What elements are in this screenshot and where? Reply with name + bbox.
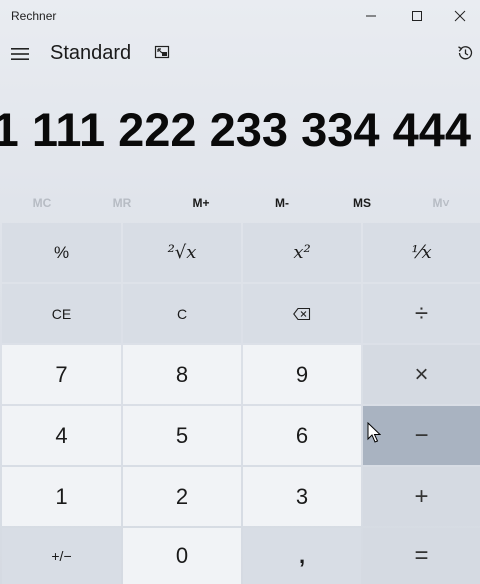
digit-0-label: 0 (175, 543, 189, 568)
reciprocal-label: ⅟x (411, 242, 432, 263)
maximize-icon (412, 11, 422, 21)
digit-7-label: 7 (55, 361, 68, 387)
close-icon (454, 10, 466, 22)
digit-9-button[interactable]: 9 (243, 345, 361, 404)
navigation-menu-button[interactable] (6, 36, 34, 72)
clear-entry-label: CE (51, 305, 72, 322)
multiply-button[interactable]: × (363, 345, 480, 404)
backspace-button[interactable] (243, 284, 361, 343)
memory-list-button[interactable]: M˅ (401, 188, 480, 218)
digit-2-label: 2 (175, 483, 189, 509)
memory-recall-button[interactable]: MR (82, 188, 162, 218)
memory-add-button[interactable]: M+ (161, 188, 241, 218)
digit-8-label: 8 (175, 361, 189, 387)
keep-on-top-icon (154, 45, 170, 59)
digit-1-label: 1 (55, 483, 68, 509)
hamburger-menu-icon (11, 48, 29, 60)
close-button[interactable] (440, 0, 480, 32)
digit-6-button[interactable]: 6 (243, 406, 361, 465)
digit-3-button[interactable]: 3 (243, 467, 361, 526)
add-button[interactable]: + (363, 467, 480, 526)
title-bar: Rechner (0, 0, 480, 32)
memory-clear-button[interactable]: MC (2, 188, 82, 218)
window-title: Rechner (11, 9, 57, 23)
digit-5-button[interactable]: 5 (123, 406, 241, 465)
add-label: + (414, 482, 429, 510)
percent-label: % (53, 242, 70, 262)
digit-5-label: 5 (175, 422, 189, 448)
square-button[interactable]: x² (243, 223, 361, 282)
digit-6-label: 6 (295, 422, 309, 448)
square-label: x² (293, 242, 311, 263)
clear-entry-button[interactable]: CE (2, 284, 121, 343)
digit-0-button[interactable]: 0 (123, 528, 241, 584)
square-root-label: ²√x (167, 242, 197, 263)
decimal-separator-label: , (298, 543, 306, 568)
app-header: Standard (0, 32, 480, 76)
negate-label: +/− (51, 548, 72, 564)
digit-3-label: 3 (295, 483, 309, 509)
history-icon (458, 46, 473, 60)
subtract-label: − (414, 421, 429, 449)
minimize-icon (366, 15, 376, 17)
mouse-cursor-icon (367, 422, 381, 443)
multiply-label: × (414, 360, 429, 388)
decimal-separator-button[interactable]: , (243, 528, 361, 584)
clear-button[interactable]: C (123, 284, 241, 343)
calculator-mode-title: Standard (50, 42, 132, 64)
square-root-button[interactable]: ²√x (123, 223, 241, 282)
equals-button[interactable]: = (363, 528, 480, 584)
keep-on-top-button[interactable] (150, 40, 174, 64)
result-display: 1 111 222 233 334 444 (0, 94, 480, 174)
display-value: 1 111 222 233 334 444 (0, 103, 471, 156)
digit-9-label: 9 (295, 361, 309, 387)
memory-store-button[interactable]: MS (322, 188, 402, 218)
digit-4-button[interactable]: 4 (2, 406, 121, 465)
clear-label: C (176, 305, 188, 322)
memory-subtract-button[interactable]: M- (242, 188, 322, 218)
digit-7-button[interactable]: 7 (2, 345, 121, 404)
maximize-button[interactable] (394, 0, 440, 32)
equals-label: = (414, 542, 429, 569)
minimize-button[interactable] (348, 0, 394, 32)
percent-button[interactable]: % (2, 223, 121, 282)
digit-8-button[interactable]: 8 (123, 345, 241, 404)
negate-button[interactable]: +/− (2, 528, 121, 584)
keypad: % ²√x x² ⅟x CE C ÷ 7 8 9 × 4 5 6 − 1 2 3… (0, 221, 480, 584)
history-button[interactable] (452, 40, 478, 66)
backspace-icon (293, 307, 311, 320)
reciprocal-button[interactable]: ⅟x (363, 223, 480, 282)
digit-1-button[interactable]: 1 (2, 467, 121, 526)
divide-label: ÷ (414, 299, 429, 327)
divide-button[interactable]: ÷ (363, 284, 480, 343)
digit-4-label: 4 (55, 422, 68, 448)
memory-controls: MC MR M+ M- MS M˅ (0, 188, 480, 218)
digit-2-button[interactable]: 2 (123, 467, 241, 526)
